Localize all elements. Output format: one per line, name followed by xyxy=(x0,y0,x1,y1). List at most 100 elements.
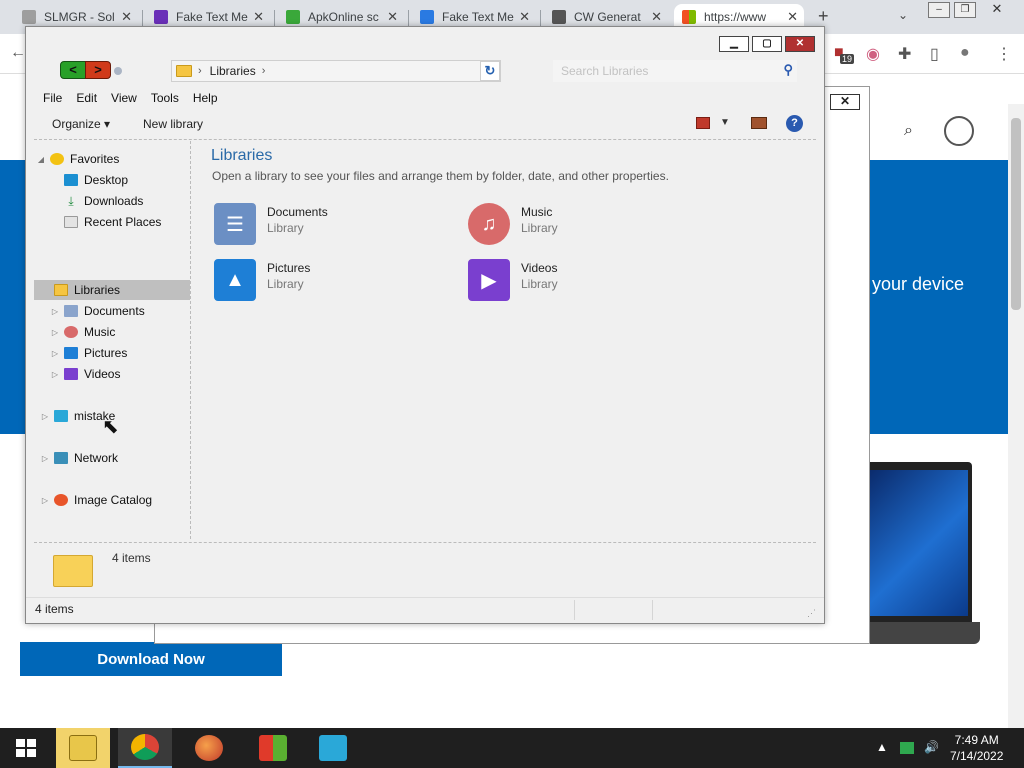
back-button[interactable]: < xyxy=(60,61,86,79)
breadcrumb-libraries[interactable]: Libraries xyxy=(210,64,256,78)
library-pictures[interactable]: ▲ Pictures Library xyxy=(214,257,454,305)
status-bar: 4 items ⋰ xyxy=(26,597,824,623)
nav-item-desktop[interactable]: Desktop xyxy=(64,170,128,190)
tab-title: SLMGR - Sol xyxy=(44,10,115,24)
back-icon[interactable]: ← xyxy=(10,44,26,62)
side-panel-icon[interactable]: ▯ xyxy=(930,44,939,64)
address-bar[interactable]: › Libraries › ▼ xyxy=(171,60,501,82)
resize-grip-icon[interactable]: ⋰ xyxy=(807,608,816,619)
change-view-icon[interactable] xyxy=(696,117,710,129)
address-row: < > › Libraries › ▼ ↻ Search Libraries ⚲ xyxy=(26,57,824,87)
explorer-window: ▁ ▢ ✕ < > › Libraries › ▼ ↻ Search Libra… xyxy=(25,26,825,624)
expand-caret-icon[interactable]: ▷ xyxy=(50,307,60,316)
menu-edit[interactable]: Edit xyxy=(76,91,97,105)
mouse-cursor-icon: ⬉ xyxy=(102,416,119,438)
organize-button[interactable]: Organize ▾ xyxy=(52,117,110,131)
minimize-button[interactable]: ▁ xyxy=(719,36,749,52)
expand-caret-icon[interactable]: ▷ xyxy=(40,412,50,421)
browser-close-button[interactable]: ✕ xyxy=(986,2,1008,18)
pictures-icon xyxy=(64,347,78,359)
browser-menu-icon[interactable]: ⋮ xyxy=(996,44,1012,64)
search-placeholder: Search Libraries xyxy=(561,64,649,78)
taskbar-app[interactable] xyxy=(246,728,300,768)
nav-network[interactable]: ▷ Network xyxy=(40,448,118,468)
taskbar-file-explorer[interactable] xyxy=(56,728,110,768)
close-tab-icon[interactable]: ✕ xyxy=(519,9,530,25)
nav-image-catalog[interactable]: ▷ Image Catalog xyxy=(40,490,152,510)
library-documents[interactable]: ☰ Documents Library xyxy=(214,201,454,249)
content-title: Libraries xyxy=(211,147,273,164)
nav-label: Videos xyxy=(84,367,121,381)
site-search-icon[interactable]: ⌕ xyxy=(904,122,913,140)
close-button[interactable]: ✕ xyxy=(785,36,815,52)
download-now-button[interactable]: Download Now xyxy=(20,642,282,676)
close-tab-icon[interactable]: ✕ xyxy=(387,9,398,25)
nav-item-downloads[interactable]: ⤓ Downloads xyxy=(64,191,143,211)
expand-caret-icon[interactable]: ▷ xyxy=(40,454,50,463)
extension-badge: 19 xyxy=(840,54,855,64)
search-input[interactable]: Search Libraries ⚲ xyxy=(553,60,797,82)
extension-flag-icon[interactable]: ◉ xyxy=(866,44,880,64)
start-button[interactable] xyxy=(16,739,36,757)
menu-help[interactable]: Help xyxy=(193,91,218,105)
site-account-icon[interactable] xyxy=(944,116,974,146)
nav-label: Music xyxy=(84,325,116,339)
nav-label: Favorites xyxy=(70,152,120,166)
view-options-dropdown-icon[interactable]: ▼ xyxy=(720,117,730,128)
library-music[interactable]: ♫ Music Library xyxy=(468,201,708,249)
system-clock[interactable]: 7:49 AM 7/14/2022 xyxy=(950,732,1003,764)
new-library-button[interactable]: New library xyxy=(143,117,203,131)
nav-item-pictures[interactable]: ▷ Pictures xyxy=(50,343,127,363)
forward-button[interactable]: > xyxy=(85,61,111,79)
nav-libraries[interactable]: Libraries xyxy=(34,280,190,300)
status-item-count: 4 items xyxy=(35,602,74,616)
taskbar-paint[interactable] xyxy=(182,728,236,768)
navigation-pane: ◢ Favorites Desktop ⤓ Downloads Recent P… xyxy=(34,141,191,539)
browser-restore-button[interactable]: ❐ xyxy=(954,2,976,18)
help-icon[interactable]: ? xyxy=(786,115,803,132)
menu-bar: File Edit View Tools Help xyxy=(26,87,824,109)
close-tab-icon[interactable]: ✕ xyxy=(253,9,264,25)
music-icon xyxy=(64,326,78,338)
search-icon[interactable]: ⚲ xyxy=(783,62,793,78)
recent-places-icon xyxy=(64,216,78,228)
volume-icon[interactable]: 🔊 xyxy=(924,740,939,754)
nav-favorites[interactable]: ◢ Favorites xyxy=(36,149,119,169)
expand-caret-icon[interactable]: ▷ xyxy=(50,370,60,379)
nav-item-videos[interactable]: ▷ Videos xyxy=(50,364,121,384)
expand-caret-icon[interactable]: ▷ xyxy=(50,349,60,358)
background-dialog-close-button[interactable]: ✕ xyxy=(830,94,860,110)
taskbar-app[interactable] xyxy=(306,728,360,768)
nav-item-music[interactable]: ▷ Music xyxy=(50,322,115,342)
close-tab-icon[interactable]: ✕ xyxy=(787,9,798,25)
refresh-icon[interactable]: ↻ xyxy=(480,61,500,81)
taskbar-chrome[interactable] xyxy=(118,728,172,768)
show-hidden-icons-icon[interactable]: ▲ xyxy=(876,740,888,754)
hero-text: your device xyxy=(872,274,965,294)
profile-icon[interactable]: ● xyxy=(960,44,970,62)
close-tab-icon[interactable]: ✕ xyxy=(121,9,132,25)
menu-file[interactable]: File xyxy=(43,91,62,105)
nav-label: Recent Places xyxy=(84,215,162,229)
maximize-button[interactable]: ▢ xyxy=(752,36,782,52)
menu-view[interactable]: View xyxy=(111,91,137,105)
content-subtitle: Open a library to see your files and arr… xyxy=(212,169,669,183)
battery-icon[interactable] xyxy=(900,742,914,754)
new-tab-icon[interactable]: + xyxy=(818,6,829,27)
expand-caret-icon[interactable]: ◢ xyxy=(36,155,46,164)
browser-minimize-button[interactable]: – xyxy=(928,2,950,18)
clock-time: 7:49 AM xyxy=(954,733,999,747)
library-videos[interactable]: ▶ Videos Library xyxy=(468,257,708,305)
nav-item-recent-places[interactable]: Recent Places xyxy=(64,212,161,232)
expand-caret-icon[interactable]: ▷ xyxy=(50,328,60,337)
preview-pane-icon[interactable] xyxy=(751,117,767,129)
nav-item-documents[interactable]: ▷ Documents xyxy=(50,301,145,321)
close-tab-icon[interactable]: ✕ xyxy=(651,9,662,25)
expand-caret-icon[interactable]: ▷ xyxy=(40,496,50,505)
extensions-puzzle-icon[interactable]: ✚ xyxy=(898,44,911,64)
menu-tools[interactable]: Tools xyxy=(151,91,179,105)
tab-search-chevron-icon[interactable]: ⌄ xyxy=(898,8,908,22)
network-icon xyxy=(54,452,68,464)
recent-pages-icon[interactable] xyxy=(114,67,122,75)
page-scrollbar-thumb[interactable] xyxy=(1011,118,1021,310)
